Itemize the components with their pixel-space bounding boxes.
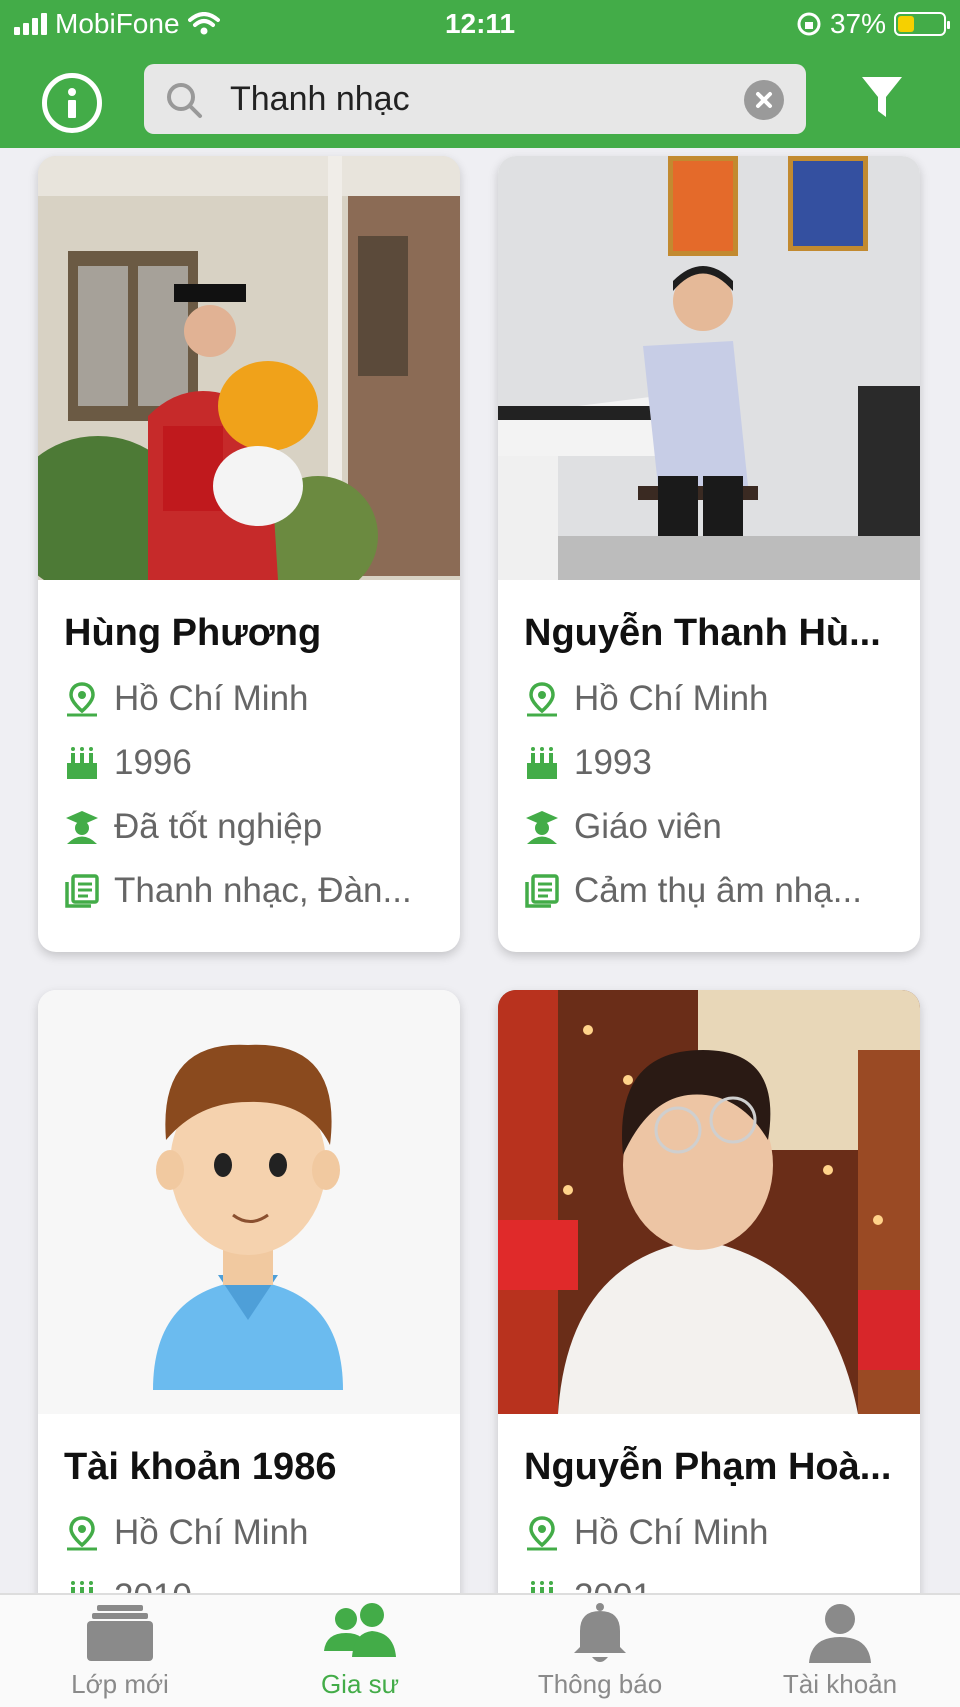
people-icon — [324, 1603, 396, 1657]
search-icon — [167, 83, 202, 118]
tab-account[interactable]: Tài khoản — [720, 1595, 960, 1707]
location-pin-icon — [527, 1516, 557, 1551]
location-row: Hồ Chí Minh — [64, 1508, 444, 1558]
tutor-name: Nguyễn Thanh Hù... — [524, 612, 881, 654]
rotation-lock-icon — [797, 12, 821, 36]
info-button[interactable] — [42, 73, 102, 133]
nav-bar: Thanh nhạc — [0, 60, 960, 140]
tutor-subjects: Thanh nhạc, Đàn... — [114, 871, 412, 910]
tab-notifications[interactable]: Thông báo — [480, 1595, 720, 1707]
location-row: Hồ Chí Minh — [64, 674, 444, 724]
tab-label: Tài khoản — [782, 1669, 898, 1699]
header: MobiFone 12:11 37% Thanh nhạc — [0, 0, 960, 148]
tab-new-classes[interactable]: Lớp mới — [0, 1595, 240, 1707]
info-icon — [68, 88, 76, 118]
tutor-location: Hồ Chí Minh — [114, 679, 309, 718]
bottom-tab-bar: Lớp mới Gia sư Thông báo Tài khoản — [0, 1593, 960, 1707]
tab-label: Lớp mới — [71, 1669, 169, 1699]
tutor-birth-year: 1996 — [114, 743, 192, 782]
status-row: Giáo viên — [524, 802, 904, 852]
location-pin-icon — [67, 682, 97, 717]
tutor-subjects: Cảm thụ âm nhạ... — [574, 871, 862, 910]
close-icon — [756, 92, 772, 108]
birth-year-row: 1993 — [524, 738, 904, 788]
tutor-photo — [38, 156, 460, 580]
tab-label: Thông báo — [537, 1669, 663, 1699]
subjects-icon — [65, 874, 99, 908]
graduate-icon — [526, 811, 558, 844]
search-bar[interactable]: Thanh nhạc — [144, 64, 806, 134]
tutor-card[interactable]: Nguyễn Thanh Hù... Hồ Chí Minh 1993 Giáo… — [498, 156, 920, 952]
tutor-status: Giáo viên — [574, 807, 722, 846]
cake-icon — [67, 747, 97, 779]
tutor-birth-year: 1993 — [574, 743, 652, 782]
search-input[interactable]: Thanh nhạc — [230, 64, 410, 134]
subjects-row: Thanh nhạc, Đàn... — [64, 866, 444, 916]
status-row: Đã tốt nghiệp — [64, 802, 444, 852]
tutor-name: Tài khoản 1986 — [64, 1446, 337, 1488]
subjects-row: Cảm thụ âm nhạ... — [524, 866, 904, 916]
tutor-name: Hùng Phương — [64, 612, 322, 654]
tutor-name: Nguyễn Phạm Hoà... — [524, 1446, 892, 1488]
tutor-status: Đã tốt nghiệp — [114, 807, 323, 846]
location-row: Hồ Chí Minh — [524, 1508, 904, 1558]
birth-year-row: 1996 — [64, 738, 444, 788]
tutor-photo — [498, 990, 920, 1414]
tab-label: Gia sư — [320, 1669, 400, 1699]
location-row: Hồ Chí Minh — [524, 674, 904, 724]
bell-icon — [574, 1603, 626, 1662]
filter-icon[interactable] — [860, 75, 904, 121]
location-pin-icon — [527, 682, 557, 717]
person-icon — [809, 1604, 871, 1663]
subjects-icon — [525, 874, 559, 908]
tutor-photo — [498, 156, 920, 580]
tutor-location: Hồ Chí Minh — [574, 1513, 769, 1552]
graduate-icon — [66, 811, 98, 844]
status-bar: MobiFone 12:11 37% — [0, 0, 960, 50]
battery-percent: 37% — [829, 8, 886, 39]
location-pin-icon — [67, 1516, 97, 1551]
tab-tutors[interactable]: Gia sư — [240, 1595, 480, 1707]
tutor-location: Hồ Chí Minh — [574, 679, 769, 718]
tutor-location: Hồ Chí Minh — [114, 1513, 309, 1552]
cake-icon — [527, 747, 557, 779]
stack-icon — [87, 1605, 153, 1661]
tutor-photo — [38, 990, 460, 1414]
battery-icon — [894, 12, 950, 36]
tutor-card[interactable]: Hùng Phương Hồ Chí Minh 1996 Đã tốt nghi… — [38, 156, 460, 952]
clear-search-button[interactable] — [744, 80, 784, 120]
